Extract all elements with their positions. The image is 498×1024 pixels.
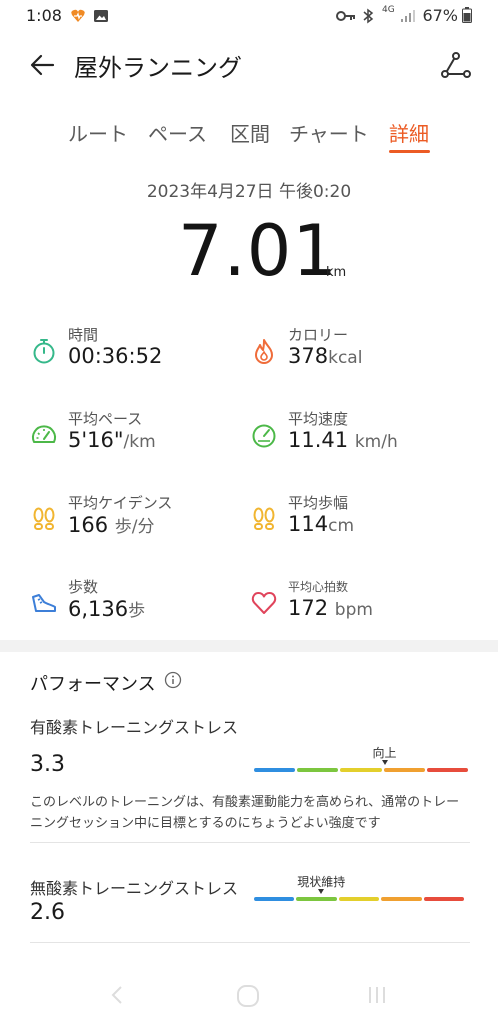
stress-scale-segment xyxy=(338,897,380,901)
metric-value: 114cm xyxy=(288,512,355,536)
footprints-icon xyxy=(253,507,275,530)
metric-avg-pace: 平均ペース 5'16"/km xyxy=(30,408,250,468)
tab-bar: ルート ペース 区間 チャート 詳細 xyxy=(0,116,498,156)
arrow-left-icon xyxy=(30,54,55,76)
metric-duration: 時間 00:36:52 xyxy=(30,324,250,384)
page-title: 屋外ランニング xyxy=(74,54,242,82)
key-icon xyxy=(336,8,356,27)
metric-label: 平均ケイデンス xyxy=(68,494,173,512)
tab-route[interactable]: ルート xyxy=(68,118,128,147)
stress-level-label: 向上 xyxy=(372,746,397,760)
battery-percent: 67% xyxy=(422,6,458,25)
anaerobic-stress-label: 無酸素トレーニングストレス xyxy=(30,879,239,898)
gauge-icon xyxy=(252,424,276,448)
metric-value: 6,136歩 xyxy=(68,597,146,621)
metric-value: 11.41 km/h xyxy=(288,428,398,452)
workout-datetime: 2023年4月27日 午後0:20 xyxy=(146,182,352,202)
stress-level-label: 現状維持 xyxy=(297,875,346,889)
metric-label: 平均ペース xyxy=(68,410,143,428)
metric-label: 時間 xyxy=(68,326,99,344)
stress-scale-segment xyxy=(383,768,425,772)
aerobic-stress-value: 3.3 xyxy=(30,752,65,777)
tab-pace[interactable]: ペース xyxy=(148,118,207,147)
network-type: 4G xyxy=(382,5,395,15)
nav-home-button[interactable] xyxy=(236,984,260,1012)
shoe-icon xyxy=(32,594,56,612)
back-button[interactable] xyxy=(28,50,58,80)
metric-value: 00:36:52 xyxy=(68,344,163,368)
divider xyxy=(30,942,470,943)
stress-scale-segment xyxy=(340,768,382,772)
battery-icon xyxy=(462,7,472,27)
metric-label: カロリー xyxy=(288,326,349,344)
heart-icon xyxy=(251,592,277,614)
divider xyxy=(30,842,470,843)
performance-title: パフォーマンス xyxy=(30,674,156,695)
stress-scale-segment xyxy=(423,897,464,901)
flame-icon xyxy=(255,339,273,364)
status-time: 1:08 xyxy=(26,6,62,25)
tab-details[interactable]: 詳細 xyxy=(389,118,429,147)
distance-unit: km xyxy=(326,265,347,280)
system-nav-bar xyxy=(0,970,498,1024)
status-bar: 1:08 4G 67% xyxy=(0,0,498,32)
stress-scale-segment xyxy=(254,897,295,901)
stress-scale-segment xyxy=(381,897,422,901)
anaerobic-stress-value: 2.6 xyxy=(30,900,65,925)
metric-avg-stride: 平均歩幅 114cm xyxy=(250,492,470,552)
metric-value: 5'16"/km xyxy=(68,428,156,452)
app-header: 屋外ランニング xyxy=(0,40,498,90)
metric-value: 172 bpm xyxy=(288,596,373,620)
metric-avg-heart-rate: 平均心拍数 172 bpm xyxy=(250,576,470,636)
metric-label: 平均心拍数 xyxy=(288,580,349,594)
stress-scale-segment xyxy=(254,768,296,772)
bluetooth-icon xyxy=(362,8,374,28)
nav-recents-button[interactable] xyxy=(366,984,388,1010)
aerobic-stress-label: 有酸素トレーニングストレス xyxy=(30,718,239,737)
section-divider xyxy=(0,640,498,652)
speedometer-icon xyxy=(32,425,56,443)
stress-level-marker xyxy=(318,889,325,894)
metric-label: 歩数 xyxy=(68,578,99,596)
stress-scale-segment xyxy=(426,768,468,772)
chevron-left-icon xyxy=(111,986,122,1004)
stress-level-marker xyxy=(381,760,388,765)
route-button[interactable] xyxy=(440,50,472,80)
metric-label: 平均速度 xyxy=(288,410,349,428)
distance-value: 7.01 xyxy=(178,210,338,292)
home-circle-icon xyxy=(237,985,259,1007)
aerobic-stress-description: このレベルのトレーニングは、有酸素運動能力を高められ、通常のトレーニングセッショ… xyxy=(30,795,460,831)
stress-scale-segment xyxy=(297,768,339,772)
recents-icon xyxy=(369,987,385,1003)
route-icon xyxy=(441,52,471,78)
footprints-icon xyxy=(33,507,55,530)
info-icon[interactable] xyxy=(164,671,182,689)
metric-label: 平均歩幅 xyxy=(288,494,349,512)
nav-back-button[interactable] xyxy=(108,984,126,1010)
tab-chart[interactable]: チャート xyxy=(289,118,369,147)
stopwatch-icon xyxy=(33,339,55,364)
active-tab-indicator xyxy=(389,150,430,153)
health-app-icon xyxy=(70,8,86,28)
metric-value: 378kcal xyxy=(288,344,363,368)
metric-avg-speed: 平均速度 11.41 km/h xyxy=(250,408,470,468)
tab-splits[interactable]: 区間 xyxy=(230,118,270,147)
metric-steps: 歩数 6,136歩 xyxy=(30,576,250,636)
metric-calories: カロリー 378kcal xyxy=(250,324,470,384)
stress-scale-segment xyxy=(296,897,337,901)
metric-avg-cadence: 平均ケイデンス 166 歩/分 xyxy=(30,492,250,552)
gallery-icon xyxy=(93,8,109,28)
signal-icon xyxy=(400,8,416,28)
metric-value: 166 歩/分 xyxy=(68,513,155,537)
